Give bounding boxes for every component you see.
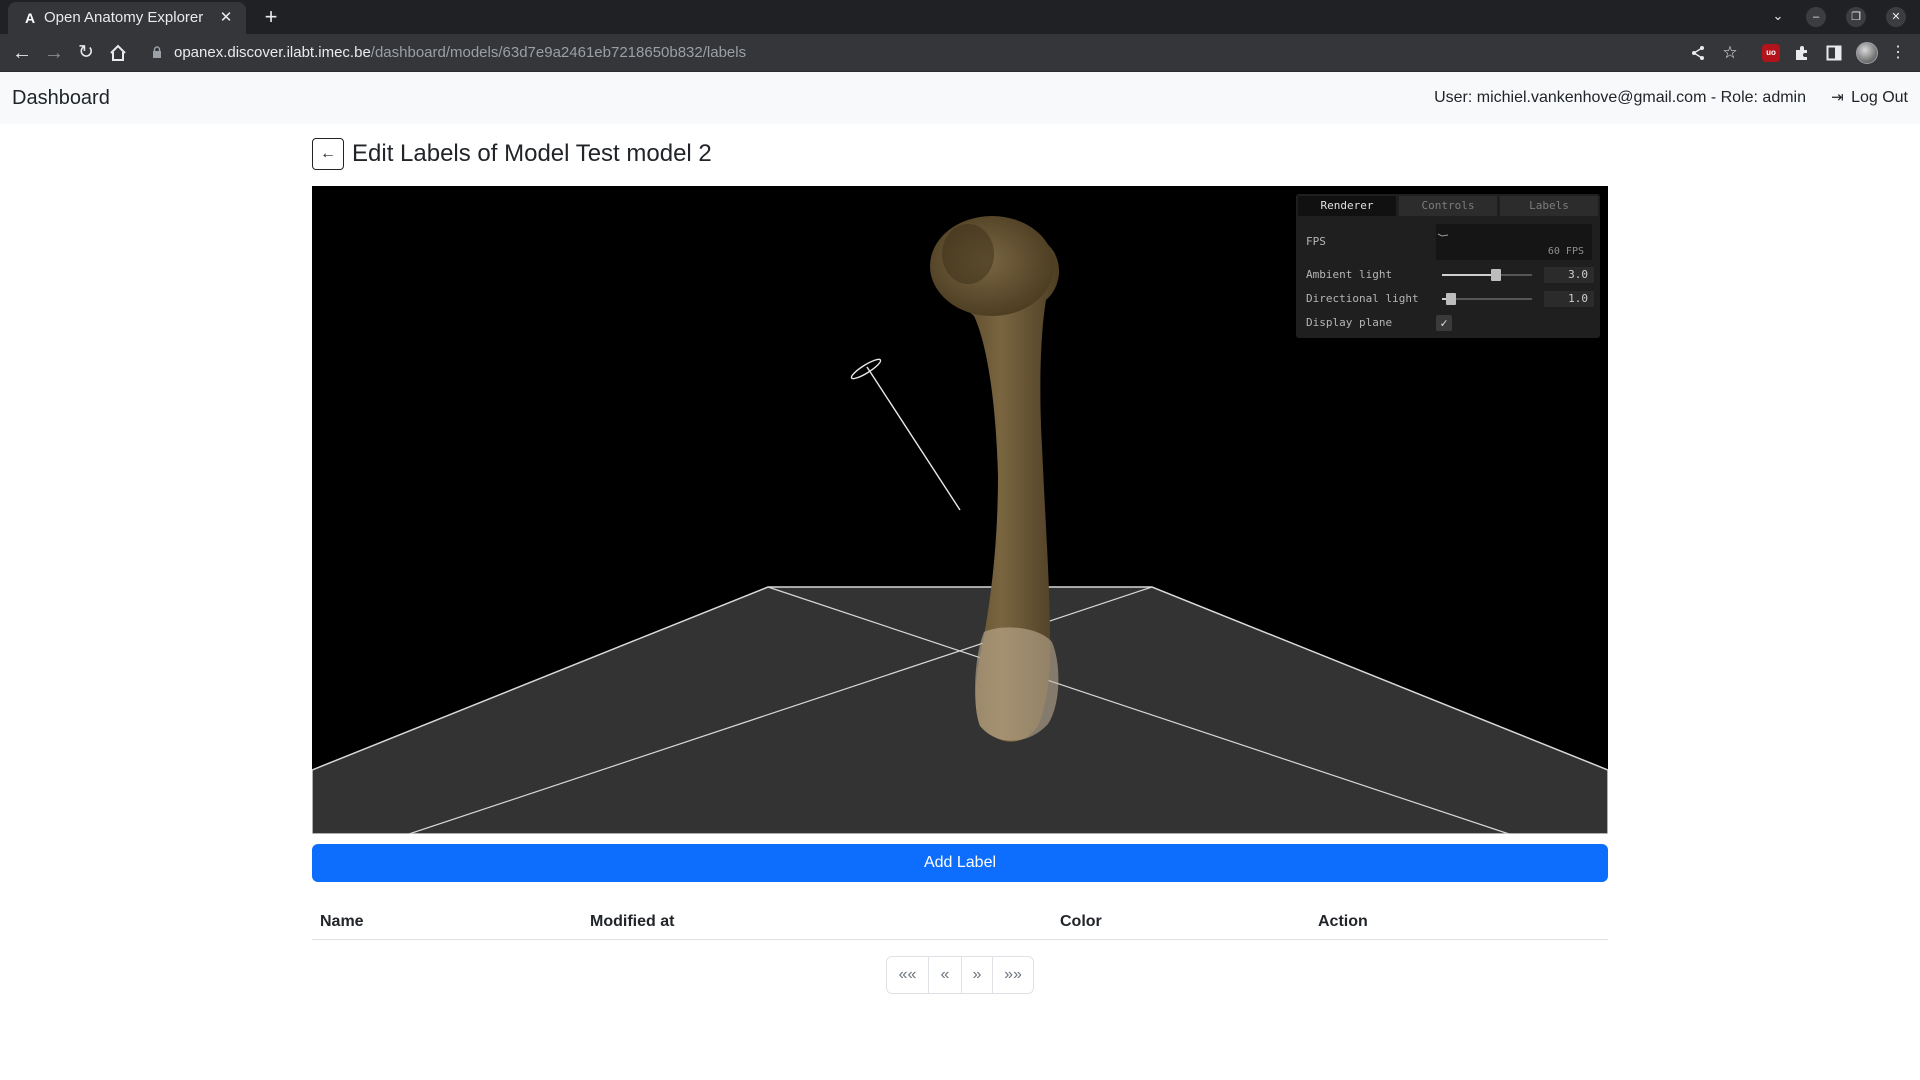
checkmark-icon: ✓ <box>1440 316 1448 330</box>
reload-icon[interactable]: ↻ <box>74 41 98 65</box>
ambient-light-label: Ambient light <box>1306 268 1393 281</box>
browser-menu-icon[interactable]: ⋮ <box>1888 43 1908 63</box>
lock-icon <box>153 46 161 58</box>
column-header-name: Name <box>320 913 364 930</box>
back-button[interactable]: ← <box>312 138 344 170</box>
fps-label: FPS <box>1306 235 1326 248</box>
bookmark-star-icon[interactable]: ☆ <box>1720 43 1740 63</box>
fps-graph: 60 FPS <box>1436 224 1592 260</box>
ambient-light-slider[interactable] <box>1442 269 1532 281</box>
new-tab-icon[interactable]: + <box>258 4 284 30</box>
user-info: User: michiel.vankenhove@gmail.com - Rol… <box>1434 89 1806 106</box>
column-header-modified-at: Modified at <box>590 913 675 930</box>
back-arrow-icon: ← <box>320 145 336 162</box>
ambient-light-input[interactable]: 3.0 <box>1544 267 1594 283</box>
directional-light-label: Directional light <box>1306 292 1419 305</box>
column-header-action: Action <box>1318 913 1368 930</box>
home-icon[interactable] <box>106 41 130 65</box>
previous-page-button[interactable]: « <box>929 957 962 993</box>
settings-tabs: Renderer Controls Labels <box>1296 194 1600 216</box>
column-header-color: Color <box>1060 913 1102 930</box>
settings-panel: Renderer Controls Labels FPS 60 FPS Ambi… <box>1296 194 1600 338</box>
address-bar[interactable]: opanex.discover.ilabt.imec.be/dashboard/… <box>140 37 1700 69</box>
url-path: /dashboard/models/63d7e9a2461eb7218650b8… <box>370 44 747 61</box>
logout-icon: ⇥ <box>1831 89 1844 106</box>
label-pin-line <box>866 366 961 511</box>
side-panel-icon[interactable] <box>1824 43 1844 63</box>
minimize-window-icon[interactable]: – <box>1806 7 1826 27</box>
restore-window-icon[interactable]: ❐ <box>1846 7 1866 27</box>
pagination: «« « » »» <box>886 956 1034 994</box>
tab-close-icon[interactable]: ✕ <box>216 8 236 28</box>
browser-tab[interactable]: A Open Anatomy Explorer ✕ <box>8 2 246 34</box>
display-plane <box>312 586 1608 834</box>
directional-light-slider-handle[interactable] <box>1446 293 1456 305</box>
ublock-extension-icon[interactable]: uo <box>1762 44 1780 62</box>
fps-value: 60 FPS <box>1547 246 1584 257</box>
page-title: Edit Labels of Model Test model 2 <box>352 140 712 167</box>
tab-search-chevron-icon[interactable]: ⌄ <box>1768 6 1788 26</box>
directional-light-row: Directional light 1.0 <box>1296 288 1600 310</box>
url-host: opanex.discover.ilabt.imec.be <box>174 44 371 61</box>
close-window-icon[interactable]: ✕ <box>1886 7 1906 27</box>
directional-light-input[interactable]: 1.0 <box>1544 291 1594 307</box>
ambient-light-row: Ambient light 3.0 <box>1296 264 1600 286</box>
browser-tab-title: Open Anatomy Explorer <box>44 9 204 26</box>
profile-avatar[interactable] <box>1856 42 1878 64</box>
add-label-button[interactable]: Add Label <box>312 844 1608 882</box>
logout-label: Log Out <box>1851 89 1908 106</box>
first-page-button[interactable]: «« <box>887 957 929 993</box>
back-arrow-icon[interactable]: ← <box>10 41 34 65</box>
ambient-light-slider-fill <box>1442 274 1496 276</box>
display-plane-label: Display plane <box>1306 316 1393 329</box>
share-icon[interactable] <box>1688 43 1708 63</box>
tab-labels[interactable]: Labels <box>1500 196 1598 216</box>
navbar-brand[interactable]: Dashboard <box>12 86 110 110</box>
browser-toolbar: ← → ↻ opanex.discover.ilabt.imec.be/dash… <box>0 34 1920 72</box>
directional-light-slider[interactable] <box>1442 293 1532 305</box>
display-plane-checkbox[interactable]: ✓ <box>1436 315 1452 331</box>
display-plane-row: Display plane ✓ <box>1296 312 1600 334</box>
forward-arrow-icon[interactable]: → <box>42 41 66 65</box>
logout-button[interactable]: ⇥ Log Out <box>1831 88 1908 108</box>
ambient-light-slider-handle[interactable] <box>1491 269 1501 281</box>
app-navbar: Dashboard User: michiel.vankenhove@gmail… <box>0 72 1920 124</box>
last-page-button[interactable]: »» <box>993 957 1033 993</box>
tab-renderer[interactable]: Renderer <box>1298 196 1396 216</box>
extensions-puzzle-icon[interactable] <box>1792 43 1812 63</box>
browser-tab-strip: A Open Anatomy Explorer ✕ + ⌄ – ❐ ✕ <box>0 0 1920 34</box>
labels-table-header: Name Modified at Color Action <box>312 904 1608 940</box>
tab-controls[interactable]: Controls <box>1399 196 1497 216</box>
favicon-icon: A <box>24 10 36 26</box>
label-pin-head <box>850 358 882 380</box>
next-page-button[interactable]: » <box>962 957 993 993</box>
address-url: opanex.discover.ilabt.imec.be/dashboard/… <box>174 45 746 61</box>
